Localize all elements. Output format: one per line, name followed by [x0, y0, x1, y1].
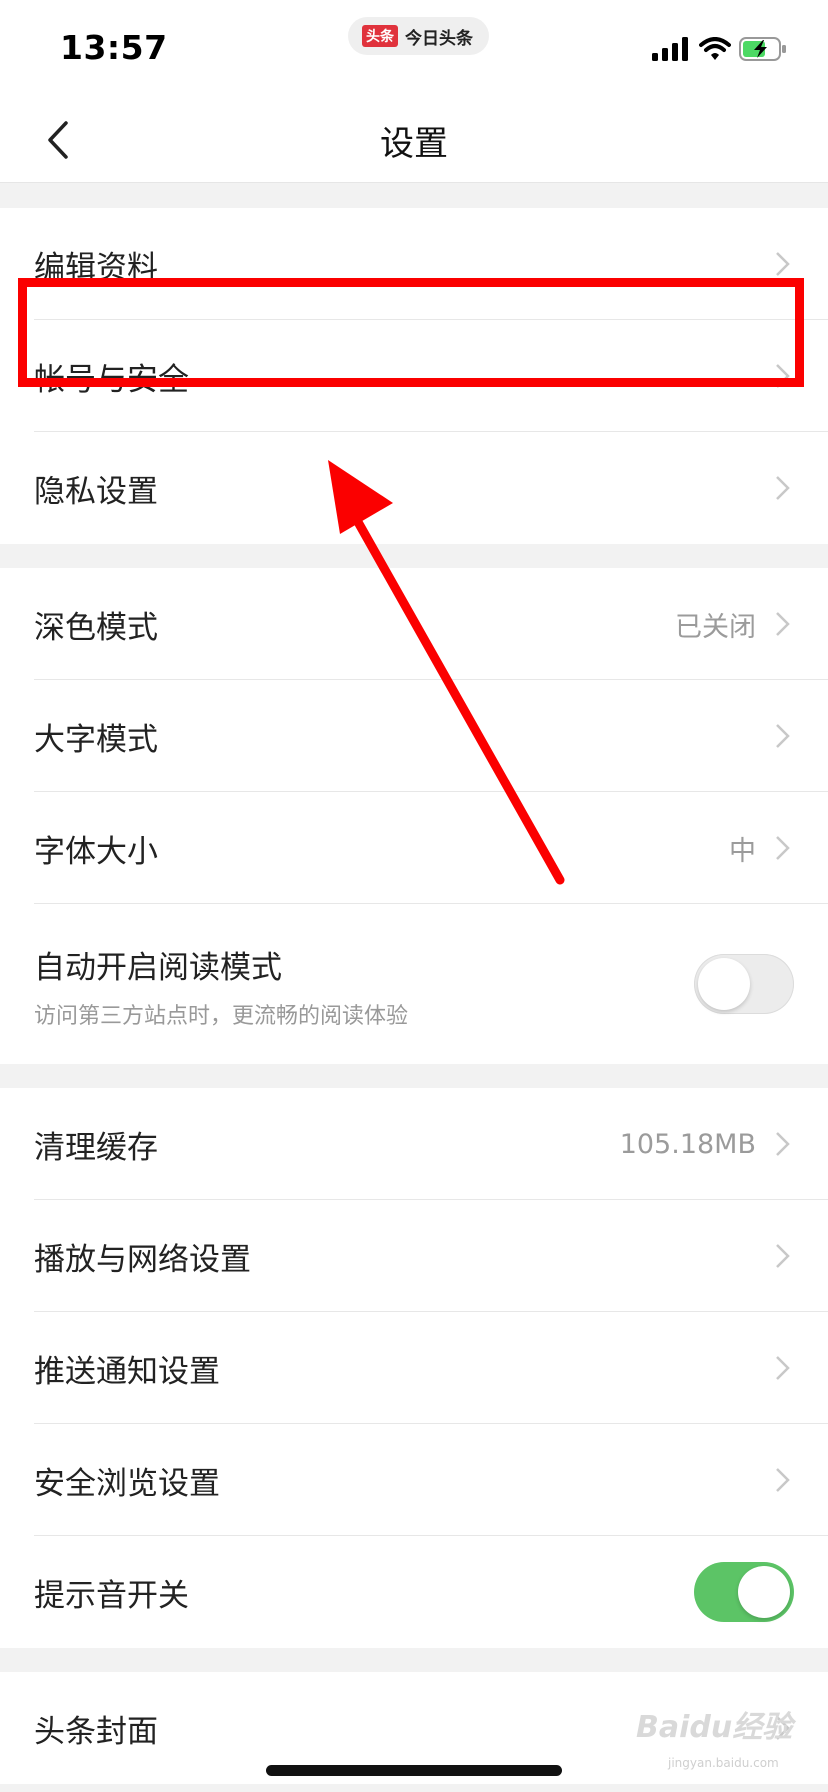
app-badge: 头条: [362, 25, 398, 47]
status-time: 13:57: [60, 28, 168, 67]
row-value: 已关闭: [675, 611, 756, 643]
status-bar: 13:57 头条 今日头条: [0, 0, 828, 96]
row-dark-mode[interactable]: 深色模式 已关闭: [0, 568, 828, 680]
chevron-right-icon: [776, 612, 790, 636]
chevron-right-icon: [776, 1468, 790, 1492]
app-indicator-pill[interactable]: 头条 今日头条: [348, 17, 489, 55]
chevron-right-icon: [776, 476, 790, 500]
reader-mode-toggle[interactable]: [694, 954, 794, 1014]
row-label: 头条封面: [34, 1713, 158, 1750]
page-title: 设置: [380, 124, 448, 164]
nav-bar: 设置: [0, 96, 828, 183]
row-account-security[interactable]: 帐号与安全: [0, 320, 828, 432]
settings-section-general: 清理缓存 105.18MB 播放与网络设置 推送通知设置 安全浏览设置 提示音开…: [0, 1088, 828, 1648]
row-label: 隐私设置: [34, 473, 158, 510]
row-label: 清理缓存: [34, 1129, 158, 1166]
battery-charging-icon: [739, 37, 786, 61]
watermark-logo: Baidu经验: [636, 1710, 793, 1745]
watermark-url: jingyan.baidu.com: [668, 1756, 779, 1770]
chevron-right-icon: [776, 364, 790, 388]
app-name: 今日头条: [405, 28, 473, 49]
row-label: 播放与网络设置: [34, 1241, 251, 1278]
signal-icon: [652, 37, 688, 61]
row-label: 提示音开关: [34, 1577, 189, 1614]
row-privacy-settings[interactable]: 隐私设置: [0, 432, 828, 544]
row-label: 编辑资料: [34, 249, 158, 286]
chevron-right-icon: [776, 1132, 790, 1156]
row-label: 大字模式: [34, 721, 158, 758]
toggle-knob: [698, 958, 750, 1010]
row-sublabel: 访问第三方站点时，更流畅的阅读体验: [34, 1004, 409, 1029]
chevron-right-icon: [776, 252, 790, 276]
row-push-notifications[interactable]: 推送通知设置: [0, 1312, 828, 1424]
row-sound-toggle: 提示音开关: [0, 1536, 828, 1648]
chevron-right-icon: [776, 724, 790, 748]
chevron-right-icon: [776, 1244, 790, 1268]
row-edit-profile[interactable]: 编辑资料: [0, 208, 828, 320]
row-font-size[interactable]: 字体大小 中: [0, 792, 828, 904]
wifi-icon: [699, 37, 731, 60]
row-label: 安全浏览设置: [34, 1465, 220, 1502]
chevron-right-icon: [776, 1356, 790, 1380]
sound-toggle[interactable]: [694, 1562, 794, 1622]
row-label: 深色模式: [34, 609, 158, 646]
settings-section-account: 编辑资料 帐号与安全 隐私设置: [0, 208, 828, 544]
row-playback-network[interactable]: 播放与网络设置: [0, 1200, 828, 1312]
status-icons: [652, 34, 787, 64]
row-label: 自动开启阅读模式: [34, 950, 282, 986]
row-label: 字体大小: [34, 833, 158, 870]
home-indicator: [266, 1765, 562, 1776]
row-label: 帐号与安全: [34, 361, 189, 398]
row-clear-cache[interactable]: 清理缓存 105.18MB: [0, 1088, 828, 1200]
row-safe-browsing[interactable]: 安全浏览设置: [0, 1424, 828, 1536]
row-large-text-mode[interactable]: 大字模式: [0, 680, 828, 792]
toggle-knob: [738, 1566, 790, 1618]
row-auto-reader-mode: 自动开启阅读模式 访问第三方站点时，更流畅的阅读体验: [0, 904, 828, 1064]
row-label: 推送通知设置: [34, 1353, 220, 1390]
row-value: 中: [729, 835, 756, 867]
settings-section-display: 深色模式 已关闭 大字模式 字体大小 中 自动开启阅读模式 访问第三方站点时，更…: [0, 568, 828, 1064]
chevron-right-icon: [776, 836, 790, 860]
row-value: 105.18MB: [619, 1128, 756, 1160]
